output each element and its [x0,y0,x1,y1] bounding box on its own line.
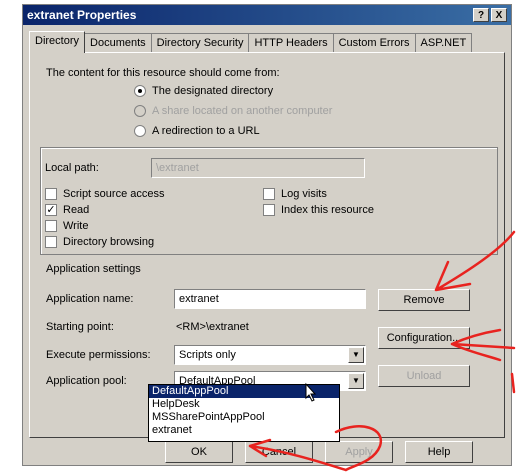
checkbox-write[interactable]: Write [45,220,89,233]
dialog-title: extranet Properties [27,8,137,22]
checkbox-index-resource[interactable]: Index this resource [263,204,374,217]
help-title-button[interactable]: ? [473,8,489,22]
execute-permissions-value: Scripts only [179,349,236,361]
pool-option[interactable]: DefaultAppPool [149,385,339,398]
checkbox-icon [45,220,57,233]
pool-option[interactable]: HelpDesk [149,398,339,411]
app-pool-dropdown-list[interactable]: DefaultAppPool HelpDesk MSSharePointAppP… [148,384,340,442]
tab-strip: Directory Documents Directory Security H… [29,31,473,53]
pool-option[interactable]: MSSharePointAppPool [149,411,339,424]
app-name-input[interactable]: extranet [174,289,366,309]
path-options-group: Local path: \extranet Script source acce… [40,147,498,255]
checkbox-label: Directory browsing [63,236,155,248]
tab-http-headers[interactable]: HTTP Headers [248,33,334,53]
configuration-button[interactable]: Configuration... [378,327,470,349]
execute-permissions-label: Execute permissions: [46,349,151,361]
local-path-field: \extranet [151,158,365,178]
ok-button[interactable]: OK [165,441,233,463]
radio-label: The designated directory [152,85,274,97]
starting-point-value: <RM>\extranet [176,321,249,333]
checkbox-log-visits[interactable]: Log visits [263,188,327,201]
checkbox-label: Log visits [281,188,327,200]
checkbox-icon [263,204,275,217]
checkbox-icon [45,188,57,201]
pool-option[interactable]: extranet [149,424,339,437]
directory-panel: The content for this resource should com… [29,52,505,438]
app-name-label: Application name: [46,293,134,305]
chevron-down-icon[interactable]: ▼ [348,347,364,363]
apply-button: Apply [325,441,393,463]
tab-custom-errors[interactable]: Custom Errors [332,33,416,53]
checkbox-checked-icon: ✓ [45,204,57,217]
help-button[interactable]: Help [405,441,473,463]
source-heading: The content for this resource should com… [46,67,280,79]
chevron-down-icon[interactable]: ▼ [348,373,364,389]
unload-button: Unload [378,365,470,387]
checkbox-icon [263,188,275,201]
checkbox-label: Write [63,220,89,232]
tab-directory[interactable]: Directory [29,31,86,53]
checkbox-label: Read [63,204,90,216]
annotation-mark-right [510,372,516,394]
checkbox-label: Script source access [63,188,165,200]
tab-documents[interactable]: Documents [84,33,152,53]
checkbox-read[interactable]: ✓ Read [45,204,90,217]
checkbox-directory-browsing[interactable]: Directory browsing [45,236,155,249]
execute-permissions-select[interactable]: Scripts only ▼ [174,345,366,365]
title-bar: extranet Properties ? X [23,5,511,25]
radio-label: A redirection to a URL [152,125,260,137]
radio-disabled-icon [134,105,146,118]
radio-share-other-computer: A share located on another computer [134,105,333,118]
tab-directory-security[interactable]: Directory Security [150,33,250,53]
cancel-button[interactable]: Cancel [245,441,313,463]
radio-label: A share located on another computer [152,105,333,117]
checkbox-label: Index this resource [281,204,374,216]
starting-point-label: Starting point: [46,321,114,333]
app-settings-heading: Application settings [46,263,141,275]
close-title-button[interactable]: X [491,8,507,22]
checkbox-icon [45,236,57,249]
local-path-label: Local path: [45,162,99,174]
radio-designated-directory[interactable]: The designated directory [134,85,274,98]
tab-aspnet[interactable]: ASP.NET [414,33,473,53]
app-pool-label: Application pool: [46,375,127,387]
remove-button[interactable]: Remove [378,289,470,311]
radio-selected-icon [134,85,146,98]
checkbox-script-source[interactable]: Script source access [45,188,165,201]
radio-redirection-url[interactable]: A redirection to a URL [134,125,260,138]
radio-empty-icon [134,125,146,138]
